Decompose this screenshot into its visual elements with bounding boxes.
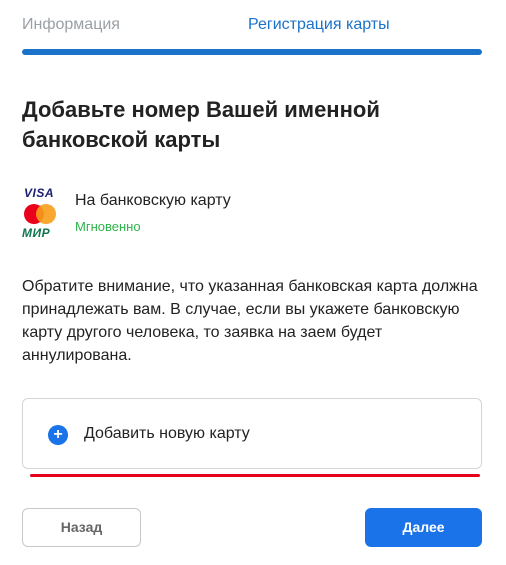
mir-logo: МИР bbox=[22, 226, 51, 240]
page-title: Добавьте номер Вашей именной банковской … bbox=[22, 97, 380, 152]
visa-logo: VISA bbox=[24, 186, 55, 200]
add-card-label: Добавить новую карту bbox=[84, 425, 250, 442]
progress-bar bbox=[22, 49, 482, 55]
next-button[interactable]: Далее bbox=[365, 508, 482, 547]
mastercard-logo bbox=[24, 204, 56, 224]
highlight-underline bbox=[30, 474, 480, 477]
card-logos: VISA МИР bbox=[22, 186, 58, 242]
step-tabs: Информация Регистрация карты bbox=[22, 16, 482, 40]
payment-method: VISA МИР На банковскую карту Мгновенно bbox=[22, 186, 462, 242]
tab-card-registration[interactable]: Регистрация карты bbox=[248, 16, 390, 34]
payment-method-title: На банковскую карту bbox=[75, 192, 231, 209]
payment-method-speed: Мгновенно bbox=[75, 219, 141, 234]
notice-text: Обратите внимание, что указанная банковс… bbox=[22, 278, 478, 364]
plus-circle-icon: + bbox=[48, 425, 68, 445]
back-button[interactable]: Назад bbox=[22, 508, 141, 547]
tab-information[interactable]: Информация bbox=[22, 16, 120, 34]
add-card-button[interactable]: + Добавить новую карту bbox=[22, 398, 482, 469]
